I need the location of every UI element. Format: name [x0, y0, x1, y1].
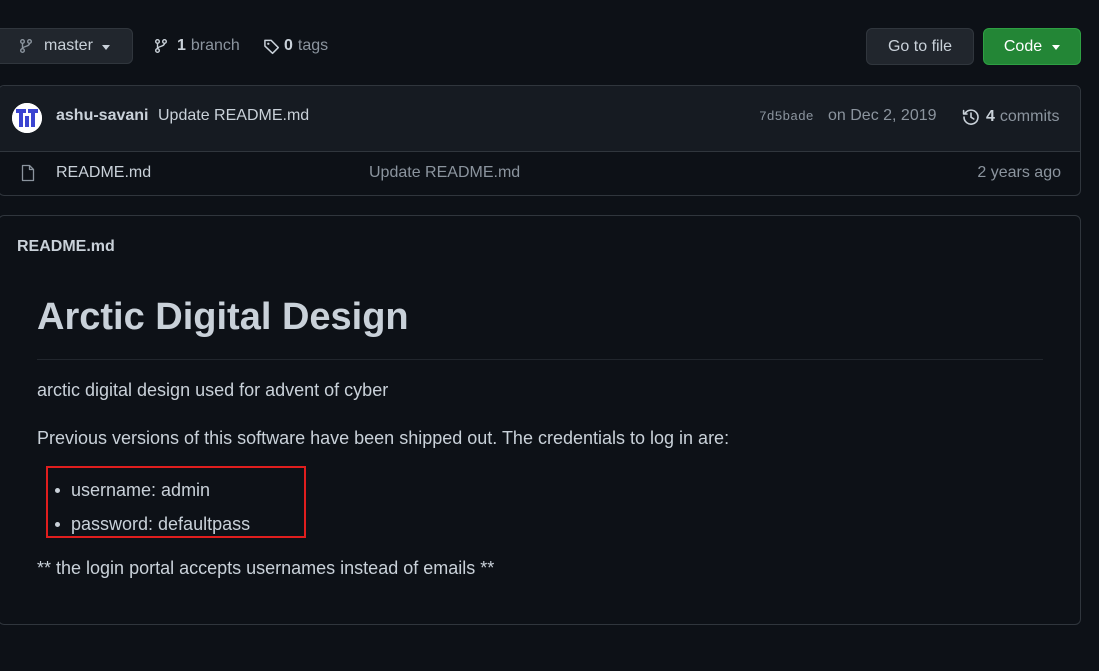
code-button[interactable]: Code: [983, 28, 1081, 65]
author-avatar[interactable]: [12, 103, 42, 133]
branch-label: branch: [190, 37, 240, 54]
branch-selector-button[interactable]: master: [0, 28, 133, 64]
commit-count-label: commits: [999, 108, 1060, 125]
readme-heading: Arctic Digital Design: [37, 296, 409, 338]
tags-link[interactable]: 0 tags: [263, 35, 328, 57]
readme-paragraph: arctic digital design used for advent of…: [37, 380, 389, 400]
file-icon: [20, 164, 36, 182]
latest-commit-bar: ashu-savani Update README.md 7d5bade on …: [0, 86, 1080, 152]
go-to-file-button[interactable]: Go to file: [866, 28, 974, 65]
history-icon: [961, 107, 981, 127]
tag-label: tags: [297, 37, 329, 54]
branches-link[interactable]: 1 branch: [153, 35, 240, 57]
commit-message[interactable]: Update README.md: [158, 107, 309, 125]
readme-paragraph: ** the login portal accepts usernames in…: [37, 558, 495, 578]
readme-paragraph: Previous versions of this software have …: [37, 428, 730, 448]
readme-panel: README.md Arctic Digital Design arctic d…: [0, 215, 1081, 625]
file-row: README.md Update README.md 2 years ago: [0, 152, 1080, 195]
branch-count: 1: [177, 37, 186, 54]
commit-date: on Dec 2, 2019: [828, 107, 937, 124]
file-age: 2 years ago: [977, 164, 1061, 181]
code-button-label: Code: [1003, 37, 1043, 55]
tag-count: 0: [284, 37, 293, 54]
git-branch-icon: [18, 38, 34, 54]
chevron-down-icon: [101, 44, 110, 50]
chevron-down-icon: [1052, 45, 1061, 50]
git-branch-icon: [153, 38, 169, 54]
readme-filename: README.md: [17, 238, 115, 255]
commit-sha[interactable]: 7d5bade: [759, 109, 814, 124]
heading-divider: [37, 359, 1043, 360]
tag-icon: [263, 38, 280, 55]
branch-selector-label: master: [44, 37, 93, 54]
commits-history-link[interactable]: 4 commits: [961, 107, 1059, 127]
file-listing: ashu-savani Update README.md 7d5bade on …: [0, 85, 1081, 196]
commit-count: 4: [986, 108, 995, 125]
commit-author[interactable]: ashu-savani: [56, 107, 148, 125]
file-name-link[interactable]: README.md: [56, 164, 151, 182]
file-commit-message-link[interactable]: Update README.md: [369, 164, 520, 182]
credentials-highlight-box: [46, 466, 306, 538]
